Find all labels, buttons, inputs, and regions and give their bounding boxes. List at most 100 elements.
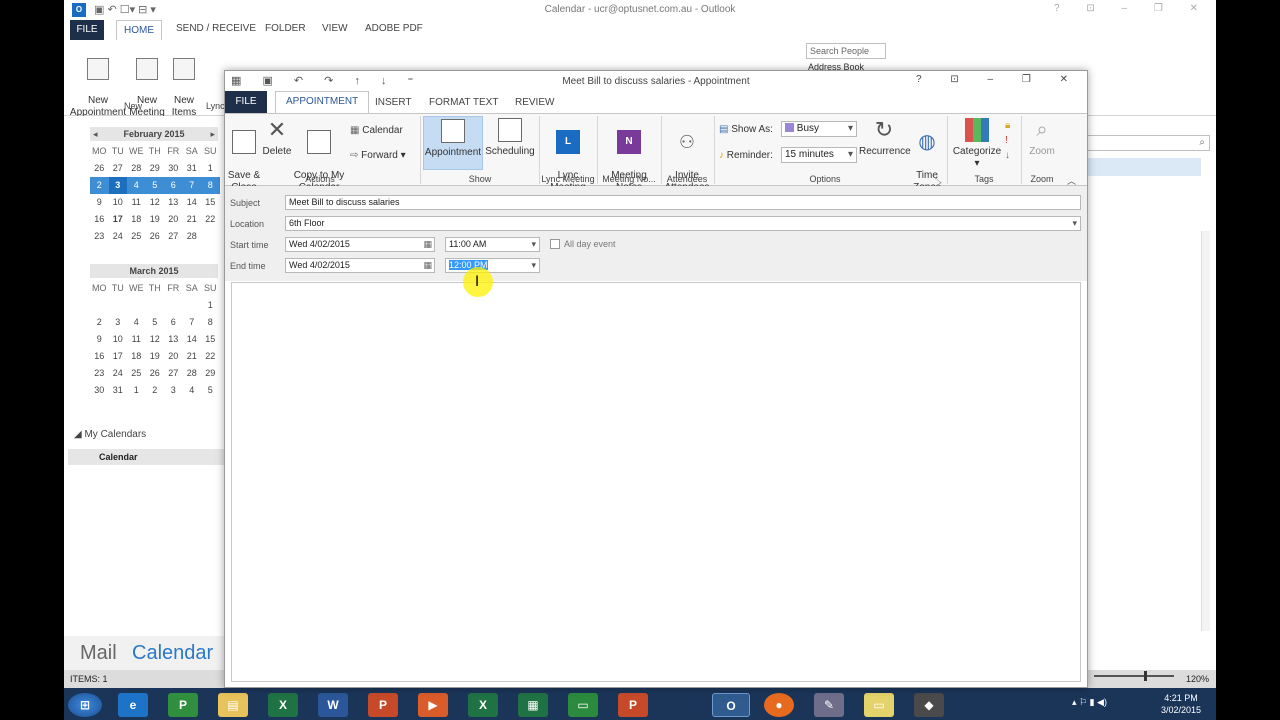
calendar-day[interactable]: 24 [109,365,128,382]
calendar-day[interactable]: 9 [90,194,109,211]
calendar-day[interactable]: 19 [146,211,165,228]
powerpoint-alt-icon[interactable]: P [618,693,648,717]
publisher-icon[interactable]: P [168,693,198,717]
calendar-day[interactable]: 7 [183,314,202,331]
calendar-day[interactable]: 26 [146,365,165,382]
calendar-day[interactable]: 21 [183,211,202,228]
date-picker-icon[interactable]: ▦ [423,238,432,251]
calendar-day[interactable]: 24 [109,228,128,245]
appt-window-controls[interactable]: ? ⊡ – ❐ ✕ [916,74,1081,85]
nav-mail[interactable]: Mail [80,642,117,665]
calendar-day[interactable]: 6 [164,314,183,331]
outlook-taskbar-icon[interactable]: O [712,693,750,717]
calendar-day[interactable]: 29 [201,365,220,382]
appt-tab-format-text[interactable]: FORMAT TEXT [429,97,498,108]
calendar-button[interactable]: ▦ Calendar [350,125,403,136]
calendar-day[interactable]: 20 [164,211,183,228]
calendar-day[interactable]: 15 [201,331,220,348]
tab-send-receive[interactable]: SEND / RECEIVE [176,23,256,34]
calendar-day[interactable]: 16 [90,348,109,365]
new-appointment-button[interactable]: New Appointment [68,46,128,119]
appointment-notes-body[interactable] [231,282,1081,682]
file-explorer-icon[interactable]: ▤ [218,693,248,717]
show-as-dropdown[interactable]: Busy ▾ [781,121,857,137]
calendar-day[interactable]: 27 [164,365,183,382]
scheduling-button[interactable]: Scheduling [485,118,535,158]
categorize-button[interactable]: Categorize ▾ [951,118,1003,170]
calendar-day[interactable]: 10 [109,331,128,348]
start-button-icon[interactable]: ⊞ [68,693,102,717]
tab-folder[interactable]: FOLDER [265,23,306,34]
calendar-day[interactable]: 26 [146,228,165,245]
taskbar-clock[interactable]: 4:21 PM 3/02/2015 [1152,692,1210,716]
start-time-input[interactable]: 11:00 AM ▾ [445,237,540,252]
excel-icon[interactable]: X [268,693,298,717]
calendar-day[interactable]: 29 [146,160,165,177]
firefox-icon[interactable]: ● [764,693,794,717]
calendar-day[interactable]: 30 [164,160,183,177]
options-launcher-icon[interactable]: ⤡ [935,176,941,186]
calendar-day[interactable]: 25 [127,365,146,382]
internet-explorer-icon[interactable]: e [118,693,148,717]
tab-adobe-pdf[interactable]: ADOBE PDF [365,23,423,34]
calendar-day[interactable]: 5 [201,382,220,399]
spreadsheet-icon[interactable]: ▦ [518,693,548,717]
excel-alt-icon[interactable]: X [468,693,498,717]
calendar-day[interactable]: 3 [108,177,127,194]
calendar-day[interactable]: 23 [90,228,109,245]
reminder-dropdown[interactable]: 15 minutes ▾ [781,147,857,163]
zoom-button[interactable]: ⌕ Zoom [1025,118,1059,158]
calendar-day[interactable]: 2 [90,177,109,194]
calendar-day[interactable] [90,297,109,314]
calendar-day[interactable]: 19 [146,348,165,365]
calendar-day[interactable]: 23 [90,365,109,382]
tab-file[interactable]: FILE [70,20,104,40]
calendar-day[interactable]: 6 [164,177,183,194]
search-people-input[interactable]: Search People [806,43,886,59]
calendar-day[interactable]: 14 [183,331,202,348]
subject-input[interactable]: Meet Bill to discuss salaries [285,195,1081,210]
calendar-day[interactable]: 8 [201,314,220,331]
calendar-day[interactable]: 1 [201,160,220,177]
calendar-day[interactable]: 28 [127,160,146,177]
appt-tab-file[interactable]: FILE [225,91,267,113]
calendar-day[interactable]: 3 [164,382,183,399]
selected-day-row[interactable] [1084,158,1201,176]
word-icon[interactable]: W [318,693,348,717]
project-icon[interactable]: ▭ [568,693,598,717]
calendar-day[interactable]: 14 [183,194,202,211]
calendar-day[interactable]: 2 [146,382,165,399]
location-input[interactable]: 6th Floor ▾ [285,216,1081,231]
calendar-day[interactable]: 22 [201,211,220,228]
calendar-day[interactable]: 4 [127,314,146,331]
calendar-day[interactable]: 28 [183,228,202,245]
calendar-day[interactable]: 1 [127,382,146,399]
calendar-day[interactable]: 12 [146,331,165,348]
date-picker-icon[interactable]: ▦ [423,259,432,272]
calendar-day[interactable]: 7 [182,177,201,194]
media-player-icon[interactable]: ▶ [418,693,448,717]
appt-tab-appointment[interactable]: APPOINTMENT [275,91,370,113]
tray-icons[interactable]: ▴ ⚐ ▮ ◀) [1072,697,1107,708]
end-time-input[interactable]: 12:00 PM ▾ [445,258,540,273]
save-close-button[interactable]: Save & Close [227,118,261,194]
end-date-input[interactable]: Wed 4/02/2015 ▦ [285,258,435,273]
calendar-day[interactable]: 17 [109,211,128,228]
calendar-day[interactable]: 28 [183,365,202,382]
calendar-day[interactable]: 5 [145,177,164,194]
appt-tab-review[interactable]: REVIEW [515,97,554,108]
recurrence-button[interactable]: ↻ Recurrence [859,118,911,158]
calendar-day[interactable]: 12 [146,194,165,211]
calendar-day[interactable]: 27 [164,228,183,245]
calendar-day[interactable]: 2 [90,314,109,331]
prev-month-icon[interactable]: ◂ [93,127,98,141]
calendar-day[interactable] [146,297,165,314]
calendar-day[interactable]: 30 [90,382,109,399]
calendar-day[interactable]: 27 [109,160,128,177]
my-calendars-header[interactable]: ◢ My Calendars [74,429,146,440]
calendar-day[interactable]: 11 [127,194,146,211]
delete-button[interactable]: ✕ Delete [262,118,292,158]
all-day-checkbox[interactable] [550,239,560,249]
calendar-day[interactable]: 22 [201,348,220,365]
nav-calendar[interactable]: Calendar [132,642,213,665]
